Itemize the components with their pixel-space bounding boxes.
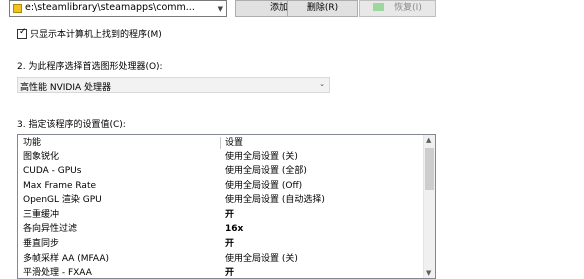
scroll-up-icon[interactable]: ▲	[426, 136, 431, 144]
setting-cell[interactable]: 使用全局设置 (自动选择)	[225, 193, 325, 207]
feature-cell: 垂直同步	[23, 239, 60, 249]
remove-button[interactable]: 删除(R)	[287, 0, 358, 17]
column-divider[interactable]	[220, 137, 221, 149]
table-row[interactable]: 多帧采样 AA (MFAA) 使用全局设置 (关)	[18, 252, 423, 266]
feature-cell: Max Frame Rate	[23, 181, 97, 191]
show-local-programs-option[interactable]: ✓ 只显示本计算机上找到的程序(M)	[17, 27, 162, 40]
program-path: e:\steamlibrary\steamapps\comm...	[25, 2, 195, 13]
checkbox-label: 只显示本计算机上找到的程序(M)	[30, 30, 162, 40]
check-icon: ✓	[19, 27, 27, 37]
table-row[interactable]: OpenGL 渲染 GPU 使用全局设置 (自动选择)	[18, 193, 423, 207]
setting-cell[interactable]: 开	[225, 208, 234, 222]
feature-cell: 平滑处理 - FXAA	[23, 268, 92, 278]
restore-button[interactable]: 恢复(I)	[359, 0, 436, 17]
nvidia-icon	[373, 3, 385, 11]
show-local-programs-checkbox[interactable]: ✓	[17, 27, 27, 39]
column-header-feature: 功能	[23, 138, 42, 148]
program-icon	[13, 4, 22, 13]
gpu-select-value: 高性能 NVIDIA 处理器	[20, 83, 112, 93]
gpu-section-label: 2. 为此程序选择首选图形处理器(O):	[17, 62, 163, 72]
table-row[interactable]: CUDA - GPUs 使用全局设置 (全部)	[18, 164, 423, 178]
scroll-down-icon[interactable]: ▼	[426, 269, 431, 277]
table-header: 功能 设置	[18, 136, 423, 150]
column-header-setting: 设置	[225, 138, 244, 148]
feature-cell: 图象锐化	[23, 152, 60, 162]
feature-cell: OpenGL 渲染 GPU	[23, 195, 102, 205]
table-row[interactable]: 图象锐化 使用全局设置 (关)	[18, 150, 423, 164]
table-row[interactable]: 各向异性过滤 16x	[18, 222, 423, 236]
setting-cell[interactable]: 使用全局设置 (全部)	[225, 164, 307, 178]
setting-cell[interactable]: 使用全局设置 (Off)	[225, 179, 302, 193]
table-row[interactable]: 三重缓冲 开	[18, 208, 423, 222]
table-row[interactable]: 垂直同步 开	[18, 237, 423, 251]
settings-table[interactable]: 功能 设置 图象锐化 使用全局设置 (关) CUDA - GPUs 使用全局设置…	[17, 134, 436, 279]
setting-cell[interactable]: 开	[225, 266, 234, 278]
chevron-down-icon[interactable]: ▼	[218, 5, 223, 13]
chevron-down-icon[interactable]: ⌄	[319, 80, 325, 88]
feature-cell: 多帧采样 AA (MFAA)	[23, 254, 109, 264]
setting-cell[interactable]: 使用全局设置 (关)	[225, 252, 298, 266]
scrollbar-thumb[interactable]	[425, 148, 434, 190]
settings-section-label: 3. 指定该程序的设置值(C):	[17, 120, 126, 130]
setting-cell[interactable]: 使用全局设置 (关)	[225, 150, 298, 164]
program-select[interactable]: e:\steamlibrary\steamapps\comm... ▼	[9, 0, 227, 17]
setting-cell[interactable]: 开	[225, 237, 234, 251]
restore-label: 恢复(I)	[394, 3, 422, 13]
feature-cell: 三重缓冲	[23, 210, 60, 220]
feature-cell: CUDA - GPUs	[23, 166, 82, 176]
feature-cell: 各向异性过滤	[23, 224, 78, 234]
table-row[interactable]: Max Frame Rate 使用全局设置 (Off)	[18, 179, 423, 193]
gpu-select[interactable]: 高性能 NVIDIA 处理器 ⌄	[17, 77, 330, 93]
setting-cell[interactable]: 16x	[225, 222, 243, 236]
table-row[interactable]: 平滑处理 - FXAA 开	[18, 266, 423, 278]
vertical-scrollbar[interactable]: ▲ ▼	[423, 135, 435, 278]
